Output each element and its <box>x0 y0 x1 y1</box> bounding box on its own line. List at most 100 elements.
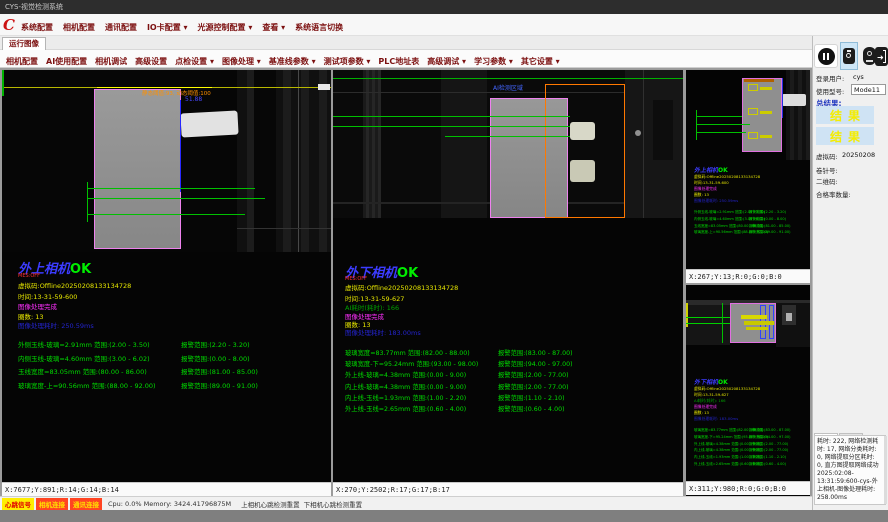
toolbar-item[interactable]: 点检设置 ▾ <box>175 57 214 66</box>
alarm-range: 报警范围:(0.00 - 8.00) <box>181 353 250 363</box>
heartbeat-badge: 心跳信号 <box>2 498 34 510</box>
camera-icon <box>843 48 855 64</box>
tab-row: 运行图像 <box>0 36 812 50</box>
measurement-value: 玻璃宽度=83.77mm 范围:(82.00 - 88.00) <box>345 348 470 357</box>
measurement-value: 玻璃宽度-下=95.24mm 范围:(93.00 - 98.00) <box>345 359 478 368</box>
menu-bar: C 系统配置相机配置通讯配置IO卡配置 ▾光源控制配置 ▾查看 ▾系统语言切换 <box>0 14 888 36</box>
window-title: CYS-视觉检测系统 <box>5 3 63 11</box>
measure-line-green <box>686 317 730 318</box>
pixel-coordinates: X:7677;Y:891;R:14;G:14;B:14 <box>2 482 331 496</box>
machinery-line <box>237 228 331 229</box>
measurement-row: 玻璃宽度-上=90.56mm 范围:(88.00 - 92.00)报警范围:(8… <box>18 380 323 394</box>
alarm-range: 报警范围:(81.00 - 85.00) <box>749 224 790 229</box>
model-input[interactable]: Mode11 <box>851 84 886 95</box>
detection-frame <box>545 84 625 218</box>
warning-text-smear <box>741 315 767 319</box>
measurement-row: 外侧玉线-玻璃=2.91mm 范围:(2.00 - 3.50)报警范围:(2.2… <box>694 210 806 217</box>
machinery-stripe <box>254 70 276 252</box>
virtual-code: 虚拟码:Offline20250208133134728 <box>18 280 131 290</box>
baseline-yellow-bright <box>97 87 212 88</box>
measure-line-green <box>696 132 746 133</box>
measure-line-green-vertical <box>722 303 723 343</box>
alarm-range: 报警范围:(2.00 - 77.00) <box>498 382 569 391</box>
alarm-range: 报警范围:(0.60 - 4.00) <box>498 404 565 413</box>
measurement-value: 玻璃宽度-上=90.56mm 范围:(88.00 - 92.00) <box>18 380 156 390</box>
measurement-row: 外上线-玉线=2.65mm 范围:(0.60 - 4.00)报警范围:(0.60… <box>345 404 675 415</box>
menu-item[interactable]: 系统语言切换 <box>295 23 343 32</box>
cpu-memory-status: Cpu: 0.0% Memory: 3424.41796875M <box>108 500 231 508</box>
menu-item[interactable]: IO卡配置 ▾ <box>147 23 188 32</box>
camera-view-outer-bottom[interactable]: AI检测区域 <box>333 70 683 218</box>
virtual-code-value: 20250208 <box>842 151 875 159</box>
pause-icon <box>818 48 835 65</box>
exit-button[interactable]: ➜ <box>874 44 888 68</box>
menu-item[interactable]: 通讯配置 <box>105 23 137 32</box>
comm-connection-badge: 通讯连接 <box>70 498 102 510</box>
warning-text-smear <box>744 321 774 325</box>
measure-line-green <box>686 323 730 324</box>
process-time: 图像处理耗时: 250.59ms <box>694 198 738 204</box>
camera-view-outer-top[interactable]: 51.88 静态阈值:93, 动态阈值:100 <box>2 70 331 252</box>
measurement-row: 内侧玉线-玻璃=4.60mm 范围:(3.00 - 6.02)报警范围:(0.0… <box>694 217 806 224</box>
blue-measure-line <box>782 78 783 118</box>
toolbar-item[interactable]: 图像处理 ▾ <box>222 57 261 66</box>
toolbar-item[interactable]: 高级调试 ▾ <box>427 57 466 66</box>
toolbar-item[interactable]: 其它设置 ▾ <box>521 57 560 66</box>
machinery-background <box>237 70 331 252</box>
measure-line-green-vertical <box>696 110 697 140</box>
menu-item[interactable]: 系统配置 <box>21 23 53 32</box>
reset-bottom-camera-heartbeat[interactable]: 下相机心跳检测重置 <box>304 499 363 509</box>
pixel-coordinates: X:311;Y:980;R:0;G:0;B:0 <box>686 481 810 495</box>
menu-item[interactable]: 光源控制配置 ▾ <box>198 23 253 32</box>
camera-view-mini-bottom[interactable] <box>686 285 810 350</box>
toolbar-item[interactable]: 相机配置 <box>6 57 38 66</box>
log-output[interactable]: 耗时: 222, 网络检测耗时: 17, 网络分类耗时: 0, 网络提取分区耗时… <box>814 435 886 505</box>
process-time: 图像处理耗时: 250.59ms <box>18 320 94 330</box>
log-scrollbar[interactable] <box>884 436 887 504</box>
warning-text-smear <box>746 327 768 330</box>
camera-panel-mini-top: 外上相机OK 虚拟码:Offline20250208133134728 时间:1… <box>686 70 810 283</box>
measurement-list: 外侧玉线-玻璃=2.91mm 范围:(2.00 - 3.50)报警范围:(2.2… <box>18 339 323 393</box>
toolbar-item[interactable]: 高级设置 <box>135 57 167 66</box>
result-display-box: 结果 <box>816 106 874 124</box>
toolbar-item[interactable]: 学习参数 ▾ <box>474 57 513 66</box>
process-time: 图像处理耗时: 183.00ms <box>694 416 738 422</box>
measurement-value: 玉线宽度=83.05mm 范围:(80.00 - 86.00) <box>18 366 147 376</box>
measurement-value: 内上线-玉线=1.93mm 范围:(1.00 - 2.20) <box>345 393 466 402</box>
menu-item[interactable]: 查看 ▾ <box>262 23 285 32</box>
ai-region-label: AI检测区域 <box>493 83 523 92</box>
camera-view-mini-top[interactable] <box>686 70 810 160</box>
bottom-filler <box>0 510 888 522</box>
measurement-list: 外侧玉线-玻璃=2.91mm 范围:(2.00 - 3.50)报警范围:(2.2… <box>694 210 806 237</box>
toolbar-item[interactable]: AI使用配置 <box>46 57 87 66</box>
machinery-block <box>686 305 730 345</box>
bright-dot <box>786 313 792 321</box>
camera-panel-outer-bottom: AI检测区域 外下相机OK MES:OFF 虚拟码:Offline2025020… <box>333 70 683 496</box>
measure-line-green <box>696 124 750 125</box>
measure-line-green <box>333 126 570 127</box>
toolbar-item[interactable]: 测试项参数 ▾ <box>324 57 371 66</box>
menu-item[interactable]: 相机配置 <box>63 23 95 32</box>
pass-rate-label: 合格率数量: <box>816 189 851 199</box>
reset-top-camera-heartbeat[interactable]: 上相机心跳检测重置 <box>241 499 300 509</box>
alarm-range: 报警范围:(89.00 - 91.00) <box>749 230 790 235</box>
camera-button[interactable] <box>840 42 858 70</box>
machinery-block <box>653 100 673 160</box>
baseline-marker <box>318 84 330 90</box>
alarm-range: 报警范围:(2.20 - 3.20) <box>749 210 786 215</box>
mes-status: MES:OFF <box>18 273 40 279</box>
toolbar-item[interactable]: PLC地址表 <box>378 57 419 66</box>
virtual-code: 虚拟码:Offline20250208133134728 <box>345 282 458 292</box>
login-user-value: cys <box>853 73 864 81</box>
measurement-row: 玻璃宽度-下=95.24mm 范围:(93.00 - 98.00)报警范围:(9… <box>694 435 806 442</box>
result-boxes: 结果结果 <box>813 106 888 148</box>
toolbar-item[interactable]: 基准线参数 ▾ <box>269 57 316 66</box>
blue-measure-value: 51.88 <box>185 96 202 103</box>
alarm-range: 报警范围:(83.00 - 87.00) <box>749 428 790 433</box>
title-bar: CYS-视觉检测系统 <box>0 0 888 14</box>
toolbar-item[interactable]: 相机调试 <box>95 57 127 66</box>
measurement-row: 玻璃宽度-上=90.56mm 范围:(88.00 - 92.00)报警范围:(8… <box>694 230 806 237</box>
camera-panel-outer-top: 51.88 静态阈值:93, 动态阈值:100 外上相机OK MES:OFF 虚… <box>2 70 331 496</box>
pause-button[interactable] <box>814 44 838 68</box>
pixel-coordinates: X:267;Y:13;R:0;G:0;B:0 <box>686 269 810 283</box>
